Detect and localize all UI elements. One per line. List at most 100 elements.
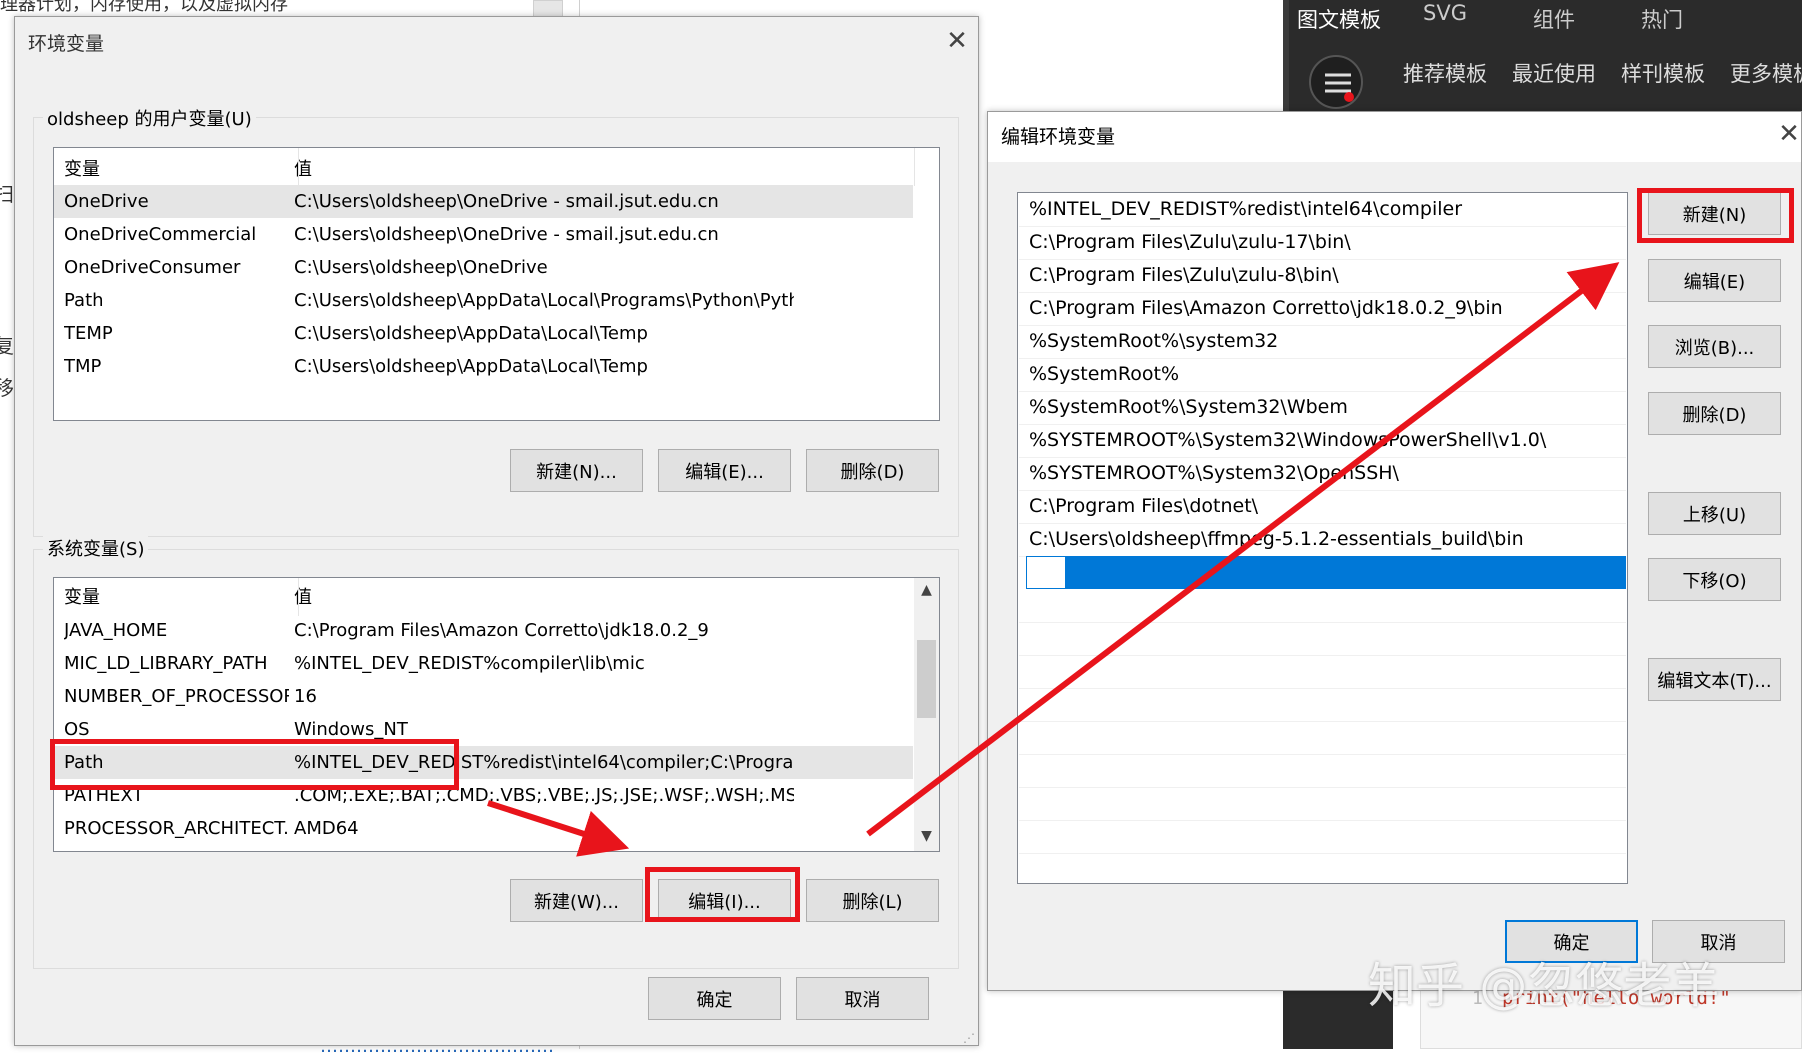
- user-edit-button[interactable]: 编辑(E)...: [658, 449, 791, 492]
- path-entry[interactable]: %SystemRoot%: [1019, 358, 1626, 392]
- env-vars-dialog: 环境变量 ✕ oldsheep 的用户变量(U) 变量 值 OneDrive C…: [14, 16, 979, 1046]
- var-name: NUMBER_OF_PROCESSORS: [64, 686, 289, 707]
- user-vars-list[interactable]: 变量 值 OneDrive C:\Users\oldsheep\OneDrive…: [53, 147, 940, 421]
- var-value: %INTEL_DEV_REDIST%compiler\lib\mic: [294, 653, 645, 674]
- path-entry[interactable]: C:\Program Files\Amazon Corretto\jdk18.0…: [1019, 292, 1626, 326]
- var-value: %INTEL_DEV_REDIST%redist\intel64\compile…: [294, 752, 794, 773]
- path-edit-button[interactable]: 编辑(E): [1648, 259, 1781, 302]
- tab-image-text-template[interactable]: 图文模板: [1297, 4, 1381, 34]
- user-var-row[interactable]: Path C:\Users\oldsheep\AppData\Local\Pro…: [54, 284, 939, 317]
- system-var-row[interactable]: PROCESSOR_ARCHITECT... AMD64: [54, 812, 913, 845]
- subtab-more[interactable]: 更多模板: [1730, 58, 1802, 88]
- env-close-icon[interactable]: ✕: [942, 28, 972, 54]
- scroll-down-icon[interactable]: ▼: [914, 828, 939, 844]
- edit-env-dialog: 编辑环境变量 ✕ %INTEL_DEV_REDIST%redist\intel6…: [987, 111, 1802, 991]
- var-value: C:\Users\oldsheep\OneDrive: [294, 257, 548, 278]
- empty-row: [1019, 721, 1626, 755]
- path-entry[interactable]: %INTEL_DEV_REDIST%redist\intel64\compile…: [1019, 193, 1626, 227]
- system-var-row[interactable]: PATHEXT .COM;.EXE;.BAT;.CMD;.VBS;.VBE;.J…: [54, 779, 913, 812]
- header-divider: [298, 148, 299, 186]
- path-move-up-button[interactable]: 上移(U): [1648, 492, 1781, 535]
- var-value: C:\Users\oldsheep\OneDrive - smail.jsut.…: [294, 224, 719, 245]
- user-var-row[interactable]: TEMP C:\Users\oldsheep\AppData\Local\Tem…: [54, 317, 939, 350]
- path-entry[interactable]: C:\Users\oldsheep\ffmpeg-5.1.2-essential…: [1019, 523, 1626, 557]
- empty-row: [1019, 754, 1626, 788]
- toolbar-menu-icon[interactable]: [1309, 55, 1363, 109]
- path-entry[interactable]: %SystemRoot%\system32: [1019, 325, 1626, 359]
- system-var-row[interactable]: NUMBER_OF_PROCESSORS 16: [54, 680, 913, 713]
- header-divider: [914, 148, 915, 186]
- var-name: PATHEXT: [64, 785, 144, 806]
- user-var-row[interactable]: OneDrive C:\Users\oldsheep\OneDrive - sm…: [54, 185, 913, 218]
- empty-row: [1019, 655, 1626, 689]
- background-window-text: 理器计划，内存使用，以及虚拟内存: [0, 0, 288, 15]
- tab-svg[interactable]: SVG: [1423, 1, 1467, 25]
- scroll-up-icon[interactable]: ▲: [914, 582, 939, 598]
- user-var-row[interactable]: OneDriveConsumer C:\Users\oldsheep\OneDr…: [54, 251, 939, 284]
- var-name: OneDriveConsumer: [64, 257, 241, 278]
- system-edit-button[interactable]: 编辑(I)...: [658, 879, 791, 922]
- system-var-row[interactable]: MIC_LD_LIBRARY_PATH %INTEL_DEV_REDIST%co…: [54, 647, 913, 680]
- env-ok-button[interactable]: 确定: [648, 977, 781, 1020]
- path-entry[interactable]: %SystemRoot%\System32\Wbem: [1019, 391, 1626, 425]
- var-name: JAVA_HOME: [64, 620, 168, 641]
- var-value: C:\Program Files\Amazon Corretto\jdk18.0…: [294, 620, 709, 641]
- path-delete-button[interactable]: 删除(D): [1648, 392, 1781, 435]
- column-header-value[interactable]: 值: [294, 581, 794, 614]
- var-name: MIC_LD_LIBRARY_PATH: [64, 653, 268, 674]
- var-value: C:\Users\oldsheep\AppData\Local\Temp: [294, 356, 648, 377]
- var-name: Path: [64, 752, 104, 773]
- new-entry-selected-row[interactable]: [1026, 556, 1626, 589]
- user-delete-button[interactable]: 删除(D): [806, 449, 939, 492]
- var-value: C:\Users\oldsheep\AppData\Local\Temp: [294, 323, 648, 344]
- path-entries-list[interactable]: %INTEL_DEV_REDIST%redist\intel64\compile…: [1017, 192, 1628, 884]
- path-entry[interactable]: %SYSTEMROOT%\System32\OpenSSH\: [1019, 457, 1626, 491]
- env-cancel-button[interactable]: 取消: [796, 977, 929, 1020]
- var-name: TEMP: [64, 323, 113, 344]
- column-header-variable[interactable]: 变量: [64, 153, 289, 186]
- scroll-thumb[interactable]: [917, 640, 936, 718]
- var-value: Windows_NT: [294, 719, 408, 740]
- var-name: OneDrive: [64, 191, 149, 212]
- empty-row: [1019, 589, 1626, 623]
- subtab-recommended[interactable]: 推荐模板: [1403, 58, 1487, 88]
- empty-row: [1019, 622, 1626, 656]
- path-entry[interactable]: C:\Program Files\Zulu\zulu-8\bin\: [1019, 259, 1626, 293]
- var-name: OS: [64, 719, 90, 740]
- user-var-row[interactable]: OneDriveCommercial C:\Users\oldsheep\One…: [54, 218, 939, 251]
- system-var-row[interactable]: OS Windows_NT: [54, 713, 913, 746]
- env-dialog-title: 环境变量: [28, 33, 105, 55]
- column-header-value[interactable]: 值: [294, 153, 794, 186]
- user-new-button[interactable]: 新建(N)...: [510, 449, 643, 492]
- path-move-down-button[interactable]: 下移(O): [1648, 558, 1781, 601]
- user-var-row[interactable]: TMP C:\Users\oldsheep\AppData\Local\Temp: [54, 350, 939, 383]
- column-header-variable[interactable]: 变量: [64, 581, 289, 614]
- var-value: 16: [294, 686, 317, 707]
- subtab-journal[interactable]: 样刊模板: [1621, 58, 1705, 88]
- system-var-row-selected[interactable]: Path %INTEL_DEV_REDIST%redist\intel64\co…: [54, 746, 913, 779]
- path-edit-text-button[interactable]: 编辑文本(T)...: [1648, 658, 1781, 701]
- system-vars-list[interactable]: 变量 值 JAVA_HOME C:\Program Files\Amazon C…: [53, 577, 940, 852]
- path-entry[interactable]: C:\Program Files\Zulu\zulu-17\bin\: [1019, 226, 1626, 260]
- new-entry-input[interactable]: [1026, 556, 1066, 589]
- subtab-recent[interactable]: 最近使用: [1512, 58, 1596, 88]
- path-new-button[interactable]: 新建(N): [1648, 192, 1781, 235]
- edit-dialog-title: 编辑环境变量: [1001, 126, 1116, 148]
- path-browse-button[interactable]: 浏览(B)...: [1648, 325, 1781, 368]
- path-entry[interactable]: %SYSTEMROOT%\System32\WindowsPowerShell\…: [1019, 424, 1626, 458]
- user-vars-group-label: oldsheep 的用户变量(U): [43, 105, 256, 131]
- tab-popular[interactable]: 热门: [1641, 4, 1683, 34]
- resize-grip-icon[interactable]: ⋰: [963, 1031, 975, 1045]
- edit-close-icon[interactable]: ✕: [1774, 121, 1802, 147]
- path-entry[interactable]: C:\Program Files\dotnet\: [1019, 490, 1626, 524]
- system-delete-button[interactable]: 删除(L): [806, 879, 939, 922]
- empty-row: [1019, 688, 1626, 722]
- system-var-row[interactable]: JAVA_HOME C:\Program Files\Amazon Corret…: [54, 614, 913, 647]
- header-divider: [298, 578, 299, 616]
- var-name: PROCESSOR_ARCHITECT...: [64, 818, 289, 839]
- system-vars-scrollbar[interactable]: ▲ ▼: [914, 578, 939, 851]
- tab-components[interactable]: 组件: [1533, 4, 1575, 34]
- system-new-button[interactable]: 新建(W)...: [510, 879, 643, 922]
- left-edge-char: 复: [0, 334, 14, 358]
- var-name: TMP: [64, 356, 102, 377]
